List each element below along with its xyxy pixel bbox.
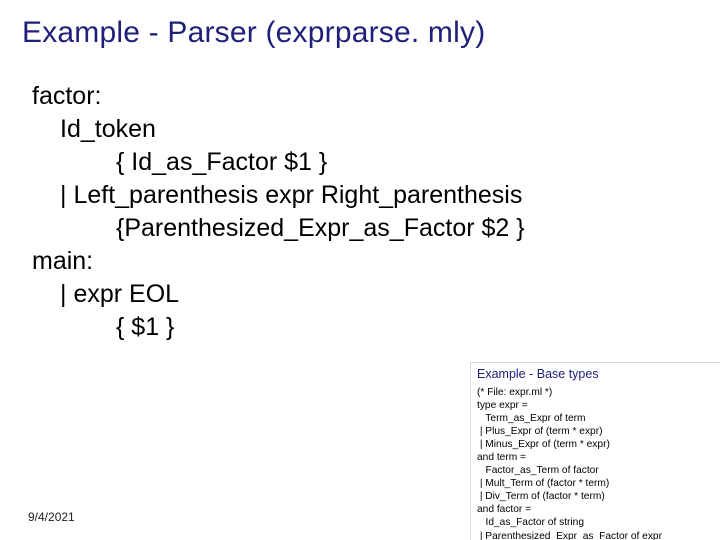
footer-date: 9/4/2021 xyxy=(28,510,75,524)
code-line: factor: xyxy=(32,80,525,113)
code-line: | Left_parenthesis expr Right_parenthesi… xyxy=(60,179,525,212)
code-line: {Parenthesized_Expr_as_Factor $2 } xyxy=(116,212,525,245)
thumb-title: Example - Base types xyxy=(477,367,714,381)
code-line: { Id_as_Factor $1 } xyxy=(116,146,525,179)
slide: Example - Parser (exprparse. mly) factor… xyxy=(0,0,720,540)
slide-title: Example - Parser (exprparse. mly) xyxy=(22,16,485,50)
thumb-body: (* File: expr.ml *) type expr = Term_as_… xyxy=(477,386,714,540)
code-line: { $1 } xyxy=(116,311,525,344)
code-line: | expr EOL xyxy=(60,278,525,311)
code-line: main: xyxy=(32,245,525,278)
next-slide-thumbnail: Example - Base types (* File: expr.ml *)… xyxy=(470,362,720,540)
code-line: Id_token xyxy=(60,113,525,146)
slide-body: factor: Id_token { Id_as_Factor $1 } | L… xyxy=(32,80,525,344)
